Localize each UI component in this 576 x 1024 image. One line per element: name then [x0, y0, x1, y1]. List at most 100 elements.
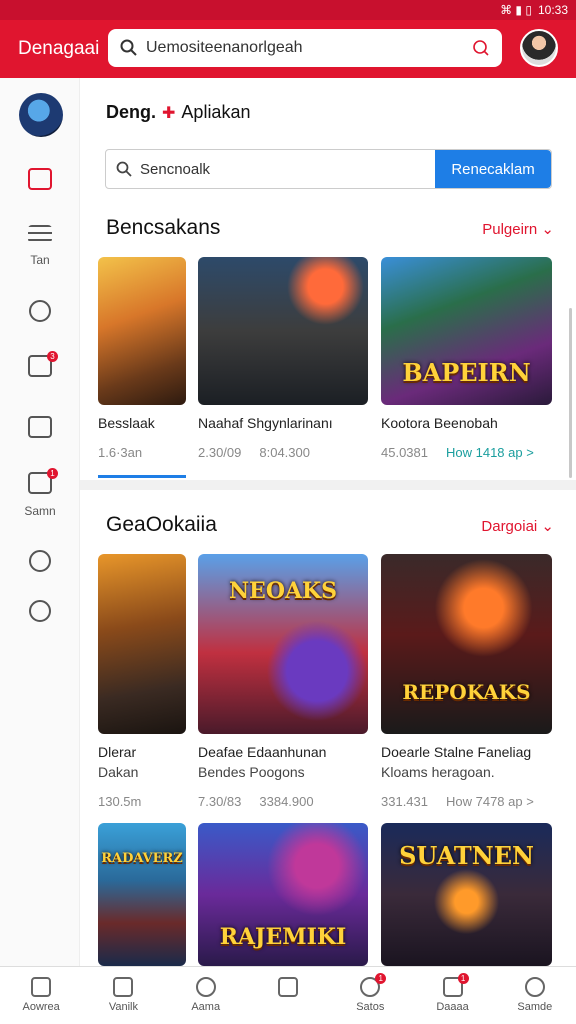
game-thumbnail: BAPEIRN [381, 257, 552, 405]
nav-item-inbox[interactable]: 1 Daaaa [411, 967, 493, 1024]
nav-item-home[interactable]: Aowrea [0, 967, 82, 1024]
section-more-link[interactable]: Dargoiai ⌄ [481, 517, 554, 535]
game-meta: 1.6·3an [98, 445, 186, 460]
game-downloads: 8:04.300 [259, 445, 310, 460]
game-card[interactable]: RADAVERZ [98, 823, 186, 966]
badge: 1 [375, 973, 387, 984]
info-icon [29, 600, 51, 622]
clock-icon [29, 300, 51, 322]
page-title-left: Deng. [106, 102, 157, 122]
game-title: Besslaak [98, 415, 155, 431]
main-content: Deng. ✚ Apliakan Sencnoalk Renecaklam Be… [80, 78, 576, 966]
inbox-icon: 1 [442, 973, 469, 997]
bottom-nav: Aowrea Vanilk Aama 1 Satos 1 Daaaa Samde [0, 966, 576, 1024]
list-icon [28, 225, 52, 243]
section-divider [80, 480, 576, 490]
game-logo: RADAVERZ [101, 851, 183, 866]
game-thumbnail: SUATNEN [381, 823, 552, 966]
nav-item-profile[interactable]: Samde [494, 967, 576, 1024]
badge: 3 [47, 351, 58, 362]
game-meta: 45.0381 How 1418 ap > [381, 445, 552, 460]
search-button[interactable]: Renecaklam [435, 150, 551, 188]
game-thumbnail: RADAVERZ [98, 823, 186, 966]
sidebar-item-calendar[interactable] [0, 416, 80, 438]
page-title-right: Apliakan [181, 102, 251, 122]
game-meta: 2.30/09 8:04.300 [198, 445, 368, 460]
download-icon [277, 977, 298, 997]
game-card[interactable]: BAPEIRN Kootora Beenobah 45.0381 How 1418… [381, 257, 552, 460]
search-icon [195, 977, 216, 997]
game-size: 1.6·3an [98, 445, 143, 460]
sidebar-item-messages[interactable] [0, 168, 80, 190]
top-search-bar[interactable]: Uemositeenanorlgeah [108, 29, 502, 67]
page-title: Deng. ✚ Apliakan [106, 102, 250, 123]
nav-item-search[interactable]: Aama [165, 967, 247, 1024]
sidebar-item-list[interactable]: Tan [0, 225, 80, 267]
compass-icon [29, 550, 51, 572]
sidebar-avatar[interactable] [19, 93, 63, 137]
game-subtitle: Dakan [98, 764, 139, 780]
game-card[interactable]: NEOAKS Deafae Edaanhunan Bendes Poogons … [198, 554, 368, 809]
game-size: 130.5m [98, 794, 142, 809]
gift-icon: 1 [360, 973, 387, 997]
game-subtitle: Bendes Poogons [198, 764, 305, 780]
app-search-input[interactable]: Sencnoalk [106, 150, 435, 188]
nav-label: Daaaa [436, 1001, 469, 1013]
user-avatar[interactable] [520, 29, 558, 67]
bookmark-icon [113, 977, 134, 997]
sidebar-item-video[interactable]: 1 Samn [0, 468, 80, 518]
game-card[interactable]: RAJEMIKI [198, 823, 368, 966]
sidebar: Tan 3 1 Samn [0, 78, 80, 966]
nav-label: Vanilk [108, 1001, 138, 1013]
scrollbar[interactable] [569, 308, 572, 478]
chart-icon: 3 [28, 351, 58, 377]
game-thumbnail [98, 257, 186, 405]
game-logo: RAJEMIKI [219, 924, 347, 950]
game-title: Naahaf Shgynlarinanı [198, 415, 333, 431]
game-card[interactable]: Besslaak 1.6·3an [98, 257, 186, 460]
video-icon: 1 [28, 468, 58, 494]
nav-item-download[interactable] [247, 967, 329, 1024]
nav-item-gift[interactable]: 1 Satos [329, 967, 411, 1024]
game-size: 2.30/09 [198, 445, 242, 460]
search-icon [116, 161, 132, 177]
app-search-placeholder: Sencnoalk [140, 160, 211, 178]
badge: 1 [47, 468, 58, 479]
tab-indicator [98, 475, 186, 478]
sidebar-item-label: Tan [30, 253, 50, 267]
brand-icon: ✚ [162, 104, 176, 122]
game-rating: How 1418 ap > [446, 445, 534, 460]
app-search: Sencnoalk Renecaklam [105, 149, 552, 189]
message-icon [28, 168, 52, 190]
game-card[interactable]: Naahaf Shgynlarinanı 2.30/09 8:04.300 [198, 257, 368, 460]
game-title: Dlerar [98, 744, 137, 760]
game-title: Deafae Edaanhunan [198, 744, 327, 760]
home-icon [31, 977, 52, 997]
game-card[interactable]: SUATNEN [381, 823, 552, 966]
app-title: Denagaai [18, 38, 100, 59]
voice-search-icon[interactable] [472, 39, 490, 57]
sidebar-item-history[interactable] [0, 300, 80, 322]
game-size: 7.30/83 [198, 794, 242, 809]
section-more-link[interactable]: Pulgeirn ⌄ [482, 220, 554, 238]
sidebar-item-explore[interactable] [0, 550, 80, 572]
calendar-icon [28, 416, 52, 438]
nav-item-bookmark[interactable]: Vanilk [82, 967, 164, 1024]
game-title: Doearle Stalne Faneliag [381, 744, 532, 760]
profile-icon [524, 977, 545, 997]
sidebar-item-stats[interactable]: 3 [0, 351, 80, 377]
game-thumbnail: REPOKAKS [381, 554, 552, 734]
section-title: Bencsakans [106, 216, 221, 239]
status-time: 10:33 [537, 3, 568, 17]
app-bar: Denagaai Uemositeenanorlgeah [0, 20, 576, 78]
game-logo: REPOKAKS [402, 680, 531, 704]
game-rating: How 7478 ap > [446, 794, 534, 809]
section-title: GeaOokaiia [106, 513, 217, 536]
game-card[interactable]: REPOKAKS Doearle Stalne Faneliag Kloams … [381, 554, 552, 809]
status-bar: ⌘ ▮ ▯ 10:33 [0, 0, 576, 20]
badge: 1 [457, 973, 469, 984]
game-card[interactable]: Dlerar Dakan 130.5m [98, 554, 186, 809]
nav-label: Aowrea [22, 1001, 60, 1013]
nav-label: Satos [356, 1001, 385, 1013]
sidebar-item-info[interactable] [0, 600, 80, 622]
